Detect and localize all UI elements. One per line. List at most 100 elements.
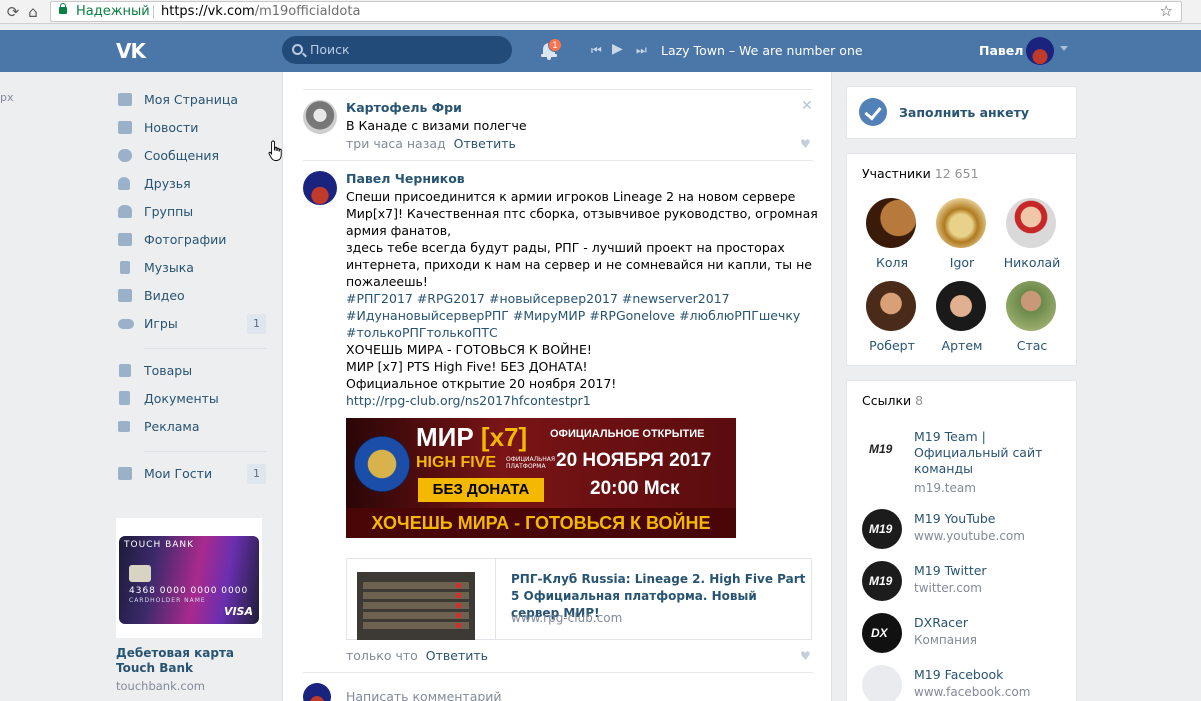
gamepad-icon [118, 319, 134, 329]
reply-link[interactable]: Ответить [426, 648, 488, 663]
nav-item-ads[interactable]: Реклама [116, 415, 266, 439]
search-box[interactable] [282, 36, 512, 64]
thumbnail-row [363, 592, 469, 599]
member-name[interactable]: Коля [858, 255, 926, 270]
member-avatar[interactable] [1006, 281, 1056, 331]
banner-time: 20:00 Мск [590, 478, 680, 499]
post-author[interactable]: Павел Черников [346, 171, 465, 186]
track-title[interactable]: Lazy Town – We are number one [661, 43, 863, 58]
member-name[interactable]: Николай [998, 255, 1066, 270]
nav-item-games[interactable]: Игры 1 [116, 312, 266, 336]
m19-logo-icon[interactable]: M19 [862, 561, 902, 601]
vk-logo[interactable]: VK [116, 39, 146, 63]
link-title[interactable]: M19 Twitter [914, 563, 1064, 579]
nav-item-friends[interactable]: Друзья [116, 172, 266, 196]
comment-input[interactable]: Написать комментарий [346, 689, 502, 701]
previous-track-icon[interactable]: ⏮ [591, 43, 602, 58]
ad-image[interactable]: TOUCH BANK 4368 0000 0000 0000 CARDHOLDE… [116, 518, 262, 638]
comment-author[interactable]: Картофель Фри [346, 100, 462, 115]
ad-title[interactable]: Дебетовая карта Touch Bank [116, 646, 262, 676]
thumbnail-row [363, 582, 469, 589]
post-text-line: МИР [x7] PTS High Five! БЕЗ ДОНАТА! [346, 359, 588, 374]
nav-item-music[interactable]: Музыка [116, 256, 266, 280]
messages-icon [118, 149, 132, 162]
hashtags[interactable]: #РПГ2017 #RPG2017 #новыйсервер2017 #news… [346, 290, 786, 307]
banner-slogan: ХОЧЕШЬ МИРА - ГОТОВЬСЯ К ВОЙНЕ [346, 508, 736, 538]
nav-item-label: Друзья [144, 176, 191, 191]
member-avatar[interactable] [866, 198, 916, 248]
megaphone-icon [118, 421, 130, 432]
fill-profile-block[interactable]: Заполнить анкету [846, 86, 1077, 139]
home-browser-icon[interactable]: ⌂ [24, 3, 42, 21]
nav-item-groups[interactable]: Группы [116, 200, 266, 224]
link-title[interactable]: M19 Team | Официальный сайт команды [914, 429, 1064, 477]
dxracer-logo-icon[interactable]: DX [862, 613, 902, 653]
address-separator [153, 5, 154, 19]
chevron-down-icon[interactable] [1060, 46, 1068, 51]
links-header[interactable]: Ссылки 8 [862, 393, 923, 408]
heart-icon[interactable]: ♥ [800, 138, 812, 150]
link-subtitle: m19.team [914, 481, 976, 495]
close-icon[interactable]: ✕ [801, 98, 813, 114]
m19-logo-icon[interactable]: M19 [862, 509, 902, 549]
bookmark-star-icon[interactable]: ☆ [1160, 2, 1173, 20]
lock-icon [59, 3, 67, 14]
member-name[interactable]: Роберт [858, 338, 926, 353]
user-avatar[interactable] [1026, 37, 1054, 65]
eagle-emblem-icon [354, 436, 410, 492]
member-avatar[interactable] [1006, 198, 1056, 248]
nav-item-video[interactable]: Видео [116, 284, 266, 308]
play-icon[interactable]: ▶ [612, 41, 623, 57]
refresh-icon[interactable]: ⟳ [4, 3, 22, 21]
thumbnail-row [363, 622, 469, 629]
friends-icon [118, 177, 130, 190]
link-thumbnail [357, 572, 475, 640]
search-input[interactable] [310, 42, 500, 57]
fill-profile-link[interactable]: Заполнить анкету [899, 105, 1029, 120]
next-track-icon[interactable]: ⏭ [636, 43, 647, 58]
member-avatar[interactable] [866, 281, 916, 331]
divider [303, 672, 813, 673]
shared-link-card[interactable]: РПГ-Клуб Russia: Lineage 2. High Five Pa… [346, 558, 812, 640]
nav-item-news[interactable]: Новости [116, 116, 266, 140]
hand-cursor-icon [268, 140, 282, 161]
nav-item-messages[interactable]: Сообщения [116, 144, 266, 168]
link-subtitle: www.youtube.com [914, 529, 1025, 543]
nav-item-my-page[interactable]: Моя Страница [116, 88, 266, 112]
link-title[interactable]: M19 YouTube [914, 511, 1064, 527]
link-title[interactable]: M19 Facebook [914, 667, 1064, 683]
nav-item-photos[interactable]: Фотографии [116, 228, 266, 252]
member-avatar[interactable] [936, 281, 986, 331]
hashtags[interactable]: #толькоРПГтолькоПТС [346, 324, 786, 341]
post-text-line: Мир[x7]! Качественная птс сборка, отзывч… [346, 206, 818, 221]
reply-link[interactable]: Ответить [454, 136, 516, 151]
hashtags[interactable]: #ИдунановыйсерверРПГ #МируМИР #RPGonelov… [346, 307, 800, 324]
commenter-avatar[interactable] [303, 100, 337, 134]
link-title[interactable]: DXRacer [914, 615, 1064, 631]
members-header[interactable]: Участники 12 651 [862, 166, 979, 181]
nav-item-label: Реклама [144, 419, 200, 434]
divider [303, 160, 813, 161]
member-name[interactable]: Стас [998, 338, 1066, 353]
member-name[interactable]: Артем [928, 338, 996, 353]
nav-item-goods[interactable]: Товары [116, 359, 266, 383]
current-user-avatar [303, 683, 331, 701]
banner-no-donate: БЕЗ ДОНАТА [418, 478, 544, 502]
m19-logo-icon[interactable]: M19 [862, 429, 902, 469]
members-block: Участники 12 651 Коля Igor Николай Роберт… [846, 153, 1077, 366]
post-banner-image[interactable]: МИР [x7] HIGH FIVE ОФИЦИАЛЬНАЯ ПЛАТФОРМА… [346, 418, 736, 538]
heart-icon[interactable]: ♥ [800, 650, 812, 662]
image-placeholder-icon[interactable] [862, 665, 902, 701]
user-name[interactable]: Павел [979, 43, 1023, 58]
member-avatar[interactable] [936, 198, 986, 248]
post-author-avatar[interactable] [303, 171, 337, 205]
camera-icon [118, 233, 132, 246]
nav-item-label: Моя Страница [144, 92, 238, 107]
post-link[interactable]: http://rpg-club.org/ns2017hfcontestpr1 [346, 392, 786, 409]
url-text[interactable]: https://vk.com/m19officialdota [161, 4, 360, 19]
left-edge-text: px [0, 91, 14, 104]
nav-item-documents[interactable]: Документы [116, 387, 266, 411]
nav-item-my-guests[interactable]: Мои Гости 1 [116, 462, 266, 486]
member-name[interactable]: Igor [928, 255, 996, 270]
address-bar[interactable]: Надежный https://vk.com/m19officialdota … [50, 1, 1182, 22]
